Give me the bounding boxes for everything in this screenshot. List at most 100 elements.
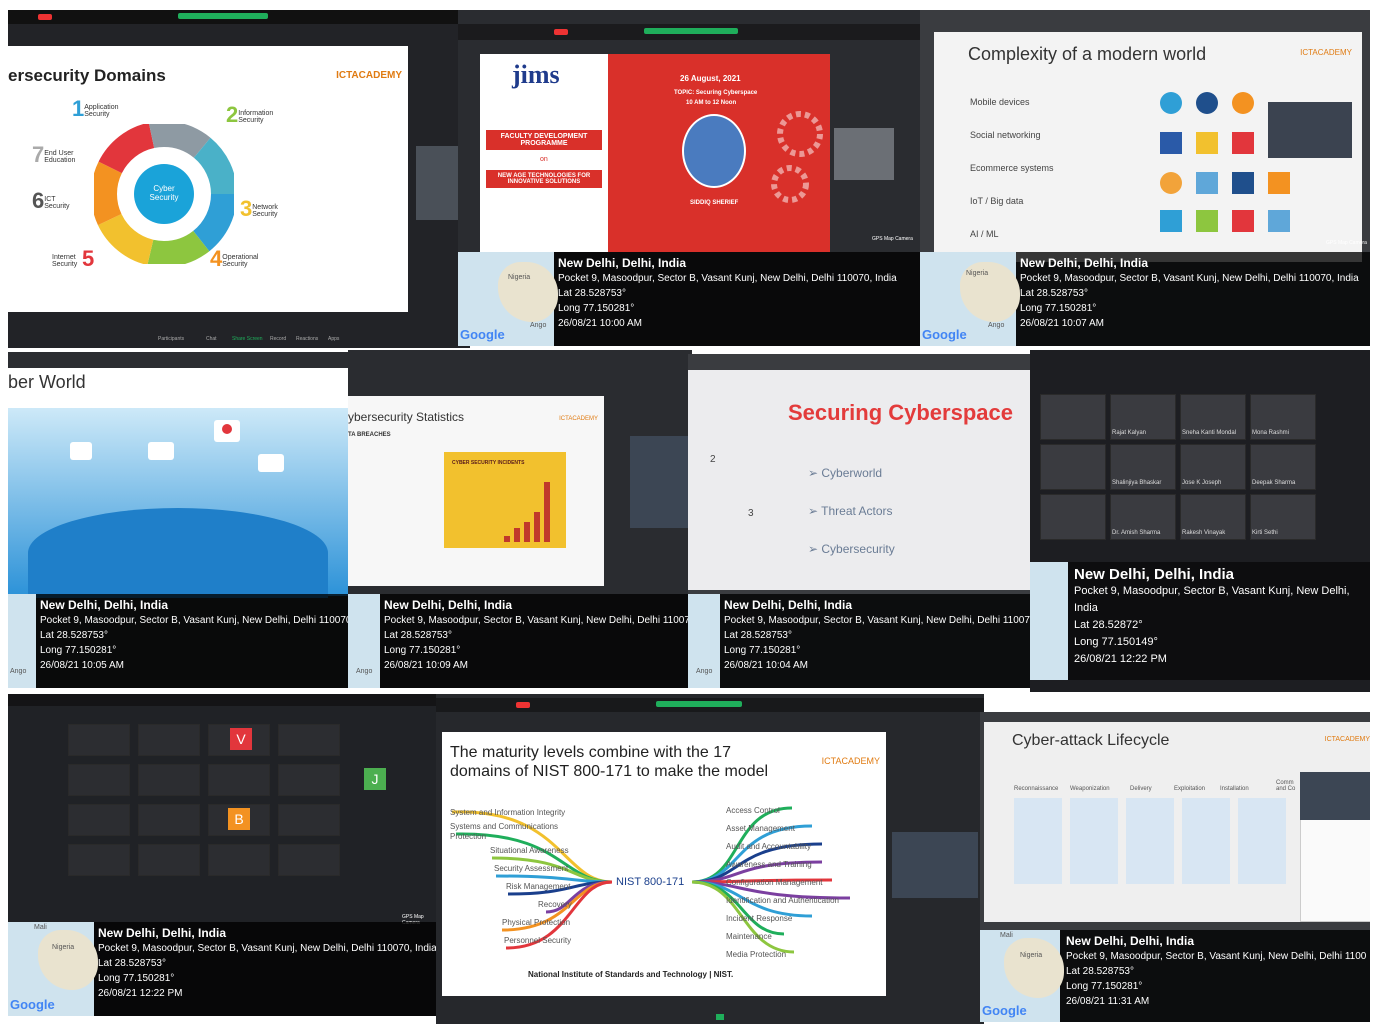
nist-right-list: Access Control Asset Management Audit an… (726, 802, 839, 964)
map-thumbnail (1030, 562, 1068, 680)
participant-name: Rajat Kalyan (1112, 430, 1147, 436)
map-thumbnail: Ango (348, 594, 380, 688)
participant-name: Jose K Joseph (1182, 480, 1222, 486)
gps-long: Long 77.150281° (724, 645, 801, 656)
domain-num: 1 (72, 96, 85, 121)
zoom-top-bar (8, 694, 440, 706)
gps-date: 26/08/21 10:05 AM (40, 660, 124, 671)
domain-num: 4 (210, 246, 223, 271)
presenter-thumbnail (630, 436, 692, 528)
record-button[interactable]: Record (270, 336, 286, 342)
nist-domain: Recovery (538, 900, 572, 909)
map-label: Mali (1000, 932, 1013, 939)
participant-tile (138, 804, 200, 836)
domain-label: Network Security (252, 204, 278, 218)
slide-complexity: Complexity of a modern world ICTACADEMY … (934, 32, 1362, 262)
nist-domain: Access Control (726, 806, 780, 815)
gps-city: New Delhi, Delhi, India (40, 598, 169, 612)
nist-domain: Physical Protection (502, 918, 571, 927)
gps-lat: Lat 28.528753° (40, 630, 108, 641)
domain-5: Internet Security 5 (52, 246, 94, 272)
participant-tile (278, 724, 340, 756)
stage-panel (1014, 798, 1062, 884)
domain-num: 6 (32, 188, 45, 213)
domain-3: 3Network Security (240, 196, 296, 222)
gps-long: Long 77.150149° (1074, 636, 1158, 648)
apps-button[interactable]: Apps (328, 336, 339, 342)
stage-label: Installation (1220, 786, 1249, 792)
participant-tile (208, 844, 270, 876)
chat-button[interactable]: Chat (206, 336, 217, 342)
participants-button[interactable]: Participants (158, 336, 184, 342)
google-logo: Google (460, 327, 505, 342)
nist-domain: Asset Management (726, 824, 795, 833)
gps-overlay: New Delhi, Delhi, India Pocket 9, Masood… (1030, 562, 1370, 680)
participant-grid: V J B (68, 724, 408, 914)
slide-securing: Securing Cyberspace 2 3 ➢ Cyberworld ➢ T… (688, 370, 1034, 590)
reactions-button[interactable]: Reactions (296, 336, 318, 342)
slide-lifecycle: Cyber-attack Lifecycle ICTACADEMY Reconn… (984, 722, 1370, 922)
nist-domain: Incident Response (726, 914, 793, 923)
agenda-num: 2 (710, 454, 716, 465)
gps-lat: Lat 28.528753° (384, 630, 452, 641)
ict-academy-logo: ICTACADEMY (336, 70, 402, 81)
domain-num: 7 (32, 142, 45, 167)
slide-title: Cyber-attack Lifecycle (1012, 732, 1170, 749)
nist-center: NIST 800-171 (616, 876, 685, 888)
map-thumbnail: Ango (8, 594, 36, 688)
domain-label: ICT Security (44, 196, 70, 210)
incidents-title: CYBER SECURITY INCIDENTS (452, 460, 525, 466)
share-screen-button[interactable]: Share Screen (232, 336, 263, 342)
gps-lat: Lat 28.528753° (558, 288, 626, 299)
fdp-label: FACULTY DEVELOPMENT PROGRAMME (486, 130, 602, 150)
jims-logo: jims (512, 60, 560, 89)
participant-tile (278, 764, 340, 796)
avatar-letter: J (364, 768, 386, 790)
bullet-item: AI / ML (970, 229, 999, 239)
gps-date: 26/08/21 10:07 AM (1020, 318, 1104, 329)
google-logo: Google (10, 997, 55, 1012)
gps-lat: Lat 28.528753° (1020, 288, 1088, 299)
photo-tile-domains: ersecurity Domains ICTACADEMY Cyber Secu… (8, 10, 470, 348)
slide-title-line1: The maturity levels combine with the 17 (450, 744, 732, 761)
gps-date: 26/08/21 10:00 AM (558, 318, 642, 329)
participant-tile (68, 804, 130, 836)
gps-date: 26/08/21 11:31 AM (1066, 996, 1150, 1007)
agenda-num: 3 (748, 508, 754, 519)
gps-address: Pocket 9, Masoodpur, Sector B, Vasant Ku… (1066, 951, 1366, 962)
gps-city: New Delhi, Delhi, India (98, 926, 227, 940)
domain-1: 1Application Security (72, 96, 128, 122)
participant-tile (278, 844, 340, 876)
slide-nist: The maturity levels combine with the 17 … (442, 732, 886, 996)
presenter-thumbnail (834, 128, 894, 180)
participant-name: Mona Rashmi (1252, 430, 1290, 436)
stage-label: Exploitation (1174, 786, 1206, 792)
wheel-center-label: Cyber Security (149, 184, 179, 202)
nist-domain: Risk Management (506, 882, 571, 891)
domain-label: End User Education (44, 150, 76, 164)
share-screen-button[interactable] (716, 1014, 724, 1020)
zoom-toolbar: Participants Chat Share Screen Record Re… (148, 328, 348, 346)
ict-academy-logo: ICTACADEMY (559, 416, 598, 422)
incidents-panel: CYBER SECURITY INCIDENTS (444, 452, 566, 548)
map-label: Ango (10, 668, 27, 675)
gps-overlay: Nigeria Ango Google New Delhi, Delhi, Indi… (458, 252, 928, 346)
gps-address: Pocket 9, Masoodpur, Sector B, Vasant Ku… (98, 943, 436, 954)
gps-city: New Delhi, Delhi, India (1020, 256, 1149, 270)
slide-title: Complexity of a modern world (968, 44, 1207, 64)
gps-date: 26/08/21 12:22 PM (1074, 653, 1167, 665)
speaker-thumbnail (416, 146, 464, 220)
agenda-list: ➢ Cyberworld ➢ Threat Actors ➢ Cybersecu… (808, 454, 895, 568)
participant-tile (278, 804, 340, 836)
photo-tile-dark-gallery: V J B GPS Map Camera MaliNigeriaGoogle N… (8, 694, 440, 1016)
avatar-letter: V (230, 728, 252, 750)
nist-domain: Identification and Authentication (726, 896, 839, 905)
slide-statistics: ybersecurity Statistics ICTACADEMY TA BR… (348, 396, 604, 586)
slide-title: ybersecurity Statistics (348, 410, 465, 424)
stage-panel (1182, 798, 1230, 884)
chat-panel (1300, 814, 1370, 922)
participant-tile (138, 844, 200, 876)
slide-cyber-world: ber World (8, 368, 352, 598)
event-date: 26 August, 2021 (680, 74, 741, 83)
participant-tile (68, 844, 130, 876)
